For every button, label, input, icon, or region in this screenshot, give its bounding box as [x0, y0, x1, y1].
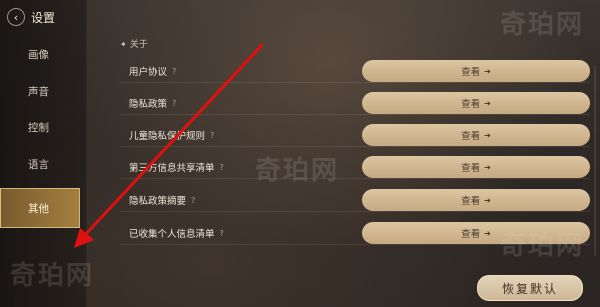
arrow-right-icon: ➔ — [484, 228, 491, 238]
nav-item-label: 其他 — [28, 202, 49, 215]
row-label-text: 隐私政策摘要 — [129, 196, 187, 207]
view-button-label: 查看 — [461, 229, 481, 240]
help-icon[interactable]: ? — [172, 99, 176, 108]
view-button[interactable]: 查看 ➔ — [362, 124, 590, 146]
list-item: 已收集个人信息清单? 查看 ➔ — [120, 222, 590, 245]
row-label-text: 已收集个人信息清单 — [129, 229, 215, 240]
help-icon[interactable]: ? — [220, 229, 224, 238]
view-button-label: 查看 — [461, 67, 481, 78]
scrollbar[interactable] — [594, 66, 596, 256]
nav-item-label: 声音 — [28, 85, 49, 98]
nav-item-label: 画像 — [28, 48, 49, 61]
list-item: 第三方信息共享清单? 查看 ➔ — [120, 156, 590, 179]
view-button-label: 查看 — [461, 99, 481, 110]
list-item: 隐私政策摘要? 查看 ➔ — [120, 189, 590, 212]
view-button[interactable]: 查看 ➔ — [362, 92, 590, 114]
section-label-text: 关于 — [129, 40, 148, 50]
arrow-right-icon: ➔ — [484, 195, 491, 205]
page-title: 设置 — [31, 11, 56, 25]
arrow-right-icon: ➔ — [484, 66, 491, 76]
view-button[interactable]: 查看 ➔ — [362, 60, 590, 82]
nav-item-label: 控制 — [28, 122, 49, 135]
help-icon[interactable]: ? — [220, 163, 224, 172]
arrow-right-icon: ➔ — [484, 162, 491, 172]
row-label: 第三方信息共享清单? — [120, 160, 224, 175]
restore-defaults-button[interactable]: 恢复默认 — [477, 275, 583, 301]
row-label: 用户协议? — [120, 64, 176, 79]
arrow-right-icon: ➔ — [484, 130, 491, 140]
row-label-text: 隐私政策 — [129, 99, 168, 110]
watermark: 奇珀网 — [500, 10, 585, 40]
view-button[interactable]: 查看 ➔ — [362, 189, 590, 211]
row-label-text: 用户协议 — [129, 67, 168, 78]
list-item: 隐私政策? 查看 ➔ — [120, 92, 590, 115]
row-label: 隐私政策摘要? — [120, 193, 195, 208]
list-item: 儿童隐私保护规则? 查看 ➔ — [120, 124, 590, 147]
row-label-text: 第三方信息共享清单 — [129, 163, 215, 174]
list-item: 用户协议? 查看 ➔ — [120, 60, 590, 83]
nav-item-image[interactable]: 画像 — [0, 36, 86, 73]
row-label: 已收集个人信息清单? — [120, 226, 224, 241]
nav-item-control[interactable]: 控制 — [0, 110, 86, 147]
view-button[interactable]: 查看 ➔ — [362, 222, 590, 244]
nav-item-other[interactable]: 其他 — [0, 188, 80, 228]
view-button-label: 查看 — [461, 163, 481, 174]
back-arrow-icon: ‹ — [13, 10, 19, 24]
row-label: 儿童隐私保护规则? — [120, 128, 214, 143]
diamond-icon: ✦ — [120, 40, 127, 49]
annotation-arrow — [74, 43, 264, 248]
view-button-label: 查看 — [461, 196, 481, 207]
help-icon[interactable]: ? — [172, 67, 176, 76]
view-button[interactable]: 查看 ➔ — [362, 156, 590, 178]
section-title: ✦ 关于 — [120, 37, 148, 50]
help-icon[interactable]: ? — [191, 196, 195, 205]
sidebar: ‹ 设置 画像 声音 控制 语言 功能 其他 — [0, 0, 87, 307]
help-icon[interactable]: ? — [210, 131, 214, 140]
row-label: 隐私政策? — [120, 96, 176, 111]
view-button-label: 查看 — [461, 131, 481, 142]
arrow-right-icon: ➔ — [484, 98, 491, 108]
nav-item-language[interactable]: 语言 — [0, 146, 86, 183]
nav-item-label: 语言 — [28, 159, 49, 172]
row-label-text: 儿童隐私保护规则 — [129, 131, 206, 142]
nav-item-sound[interactable]: 声音 — [0, 73, 86, 110]
back-button[interactable]: ‹ — [7, 8, 25, 26]
header: ‹ 设置 — [0, 0, 86, 32]
